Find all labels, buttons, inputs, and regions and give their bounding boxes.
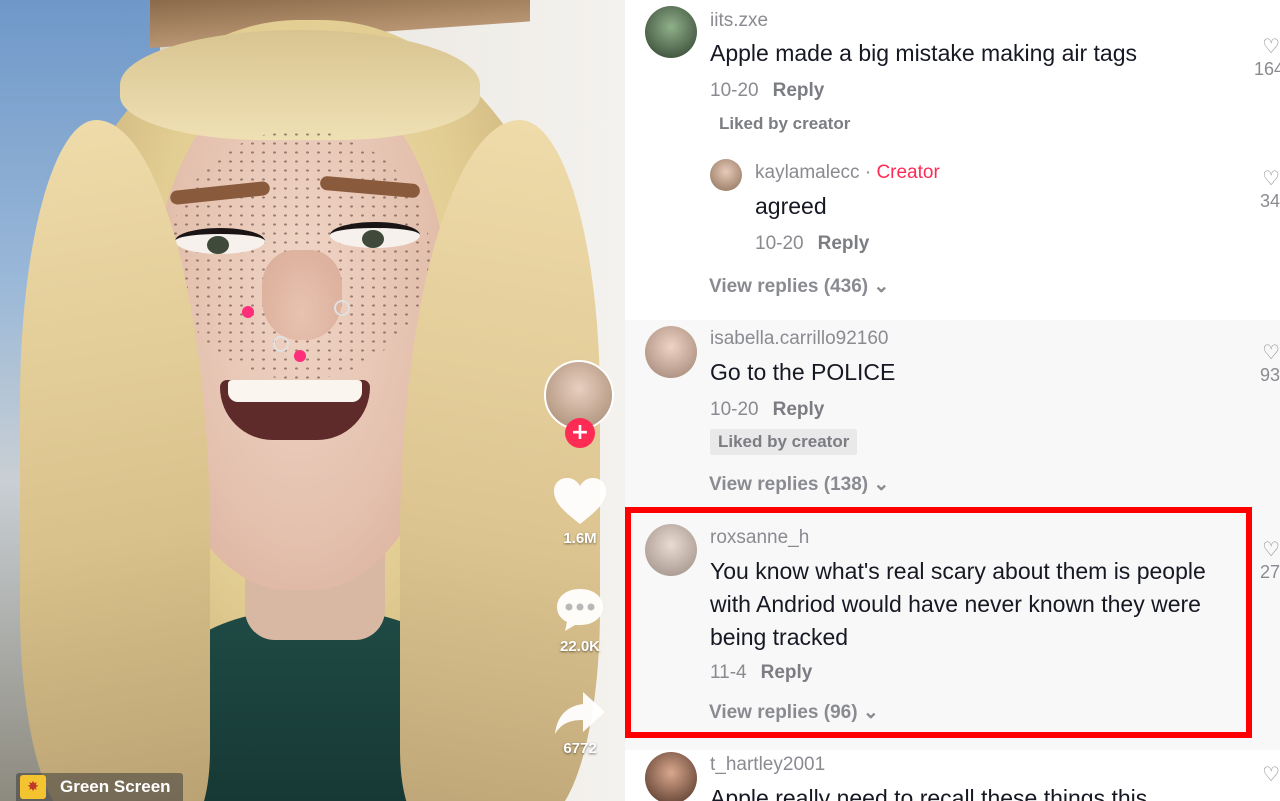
comment-text: Go to the POLICE (710, 359, 896, 385)
nose-ring (334, 300, 350, 316)
reply-username-line: kaylamalecc · Creator (755, 162, 940, 184)
reply-button[interactable]: Reply (773, 80, 825, 101)
heart-icon[interactable] (552, 476, 608, 526)
comments-panel[interactable]: iits.zxe Apple made a big mistake making… (625, 0, 1280, 801)
comment-meta: 11-4 Reply (710, 662, 812, 684)
teeth (228, 380, 362, 402)
view-replies-label: View replies (138) (709, 474, 869, 495)
separator: · (859, 162, 877, 183)
view-replies-button[interactable]: View replies (436) ⌄ (709, 275, 889, 298)
comment-action[interactable]: 22.0K (540, 586, 620, 655)
septum-stud (294, 350, 306, 362)
chevron-down-icon: ⌄ (873, 276, 890, 297)
effect-icon: ✸ (20, 775, 46, 799)
share-arrow-icon[interactable] (553, 690, 607, 736)
comment-username[interactable]: roxsanne_h (710, 527, 809, 549)
effect-label: Green Screen (60, 777, 171, 796)
view-replies-button[interactable]: View replies (138) ⌄ (709, 473, 889, 496)
view-replies-label: View replies (96) (709, 702, 858, 723)
comment-like[interactable]: ♡ 164 (1254, 34, 1280, 80)
reply-meta: 10-20 Reply (755, 233, 869, 255)
comment-date: 10-20 (710, 399, 759, 420)
creator-badge: Creator (876, 162, 940, 183)
follow-button[interactable]: + (565, 418, 595, 448)
reply-like-count: 34 (1259, 191, 1280, 211)
comment-username[interactable]: isabella.carrillo92160 (710, 328, 889, 350)
comment-like-count: 164 (1254, 59, 1280, 79)
septum-ring (273, 336, 289, 352)
comment-username[interactable]: t_hartley2001 (710, 754, 825, 776)
reply-button[interactable]: Reply (773, 399, 825, 420)
effect-tag[interactable]: ✸ Green Screen (16, 773, 183, 801)
comment-like[interactable]: ♡ 27 (1254, 537, 1280, 583)
comment-like-count: 27 (1259, 562, 1280, 582)
heart-outline-icon[interactable]: ♡ (1254, 762, 1280, 787)
video-player[interactable]: + 1.6M 22.0K 6772 ✸ Green Screen (0, 0, 625, 801)
heart-outline-icon[interactable]: ♡ (1254, 34, 1280, 59)
comment-text: Apple made a big mistake making air tags (710, 40, 1137, 66)
chevron-down-icon: ⌄ (873, 474, 890, 495)
comment-meta: 10-20 Reply (710, 399, 824, 421)
nose-stud (242, 306, 254, 318)
right-eye (330, 222, 420, 248)
share-action[interactable]: 6772 (540, 690, 620, 757)
comment-text: Apple really need to recall these things… (710, 785, 1148, 801)
comment-text-line: being tracked (710, 624, 849, 650)
hair-top (120, 30, 480, 140)
liked-by-creator-badge: Liked by creator (710, 429, 858, 455)
comment-like[interactable]: ♡ (1254, 762, 1280, 787)
comments-count: 22.0K (559, 638, 601, 655)
reply-date: 10-20 (755, 233, 804, 254)
reply-text: agreed (755, 193, 827, 219)
liked-by-creator-badge: Liked by creator (719, 114, 851, 133)
view-replies-button[interactable]: View replies (96) ⌄ (709, 701, 879, 724)
nose (262, 250, 342, 340)
chevron-down-icon: ⌄ (862, 702, 879, 723)
reply-button[interactable]: Reply (761, 662, 813, 683)
comment-like-count: 93 (1259, 365, 1280, 385)
reply-button[interactable]: Reply (818, 233, 870, 254)
comment-like[interactable]: ♡ 93 (1254, 340, 1280, 386)
reply-like[interactable]: ♡ 34 (1254, 166, 1280, 212)
comment-dots-icon[interactable] (554, 586, 606, 634)
comment-text-line: You know what's real scary about them is… (710, 558, 1206, 584)
heart-outline-icon[interactable]: ♡ (1254, 537, 1280, 562)
reply-username[interactable]: kaylamalecc (755, 162, 860, 183)
avatar[interactable] (645, 326, 697, 378)
heart-outline-icon[interactable]: ♡ (1254, 166, 1280, 191)
avatar[interactable] (645, 524, 697, 576)
comment-meta: 10-20 Reply (710, 80, 824, 102)
heart-outline-icon[interactable]: ♡ (1254, 340, 1280, 365)
shares-count: 6772 (563, 740, 597, 757)
view-replies-label: View replies (436) (709, 276, 869, 297)
like-action[interactable]: 1.6M (540, 476, 620, 547)
avatar[interactable] (710, 159, 742, 191)
left-eye (175, 228, 265, 254)
comment-text-line: with Andriod would have never known they… (710, 591, 1201, 617)
comment-username[interactable]: iits.zxe (710, 10, 768, 32)
comment-date: 11-4 (710, 662, 747, 683)
likes-count: 1.6M (563, 530, 597, 547)
avatar[interactable] (645, 752, 697, 801)
comment-date: 10-20 (710, 80, 759, 101)
avatar[interactable] (645, 6, 697, 58)
